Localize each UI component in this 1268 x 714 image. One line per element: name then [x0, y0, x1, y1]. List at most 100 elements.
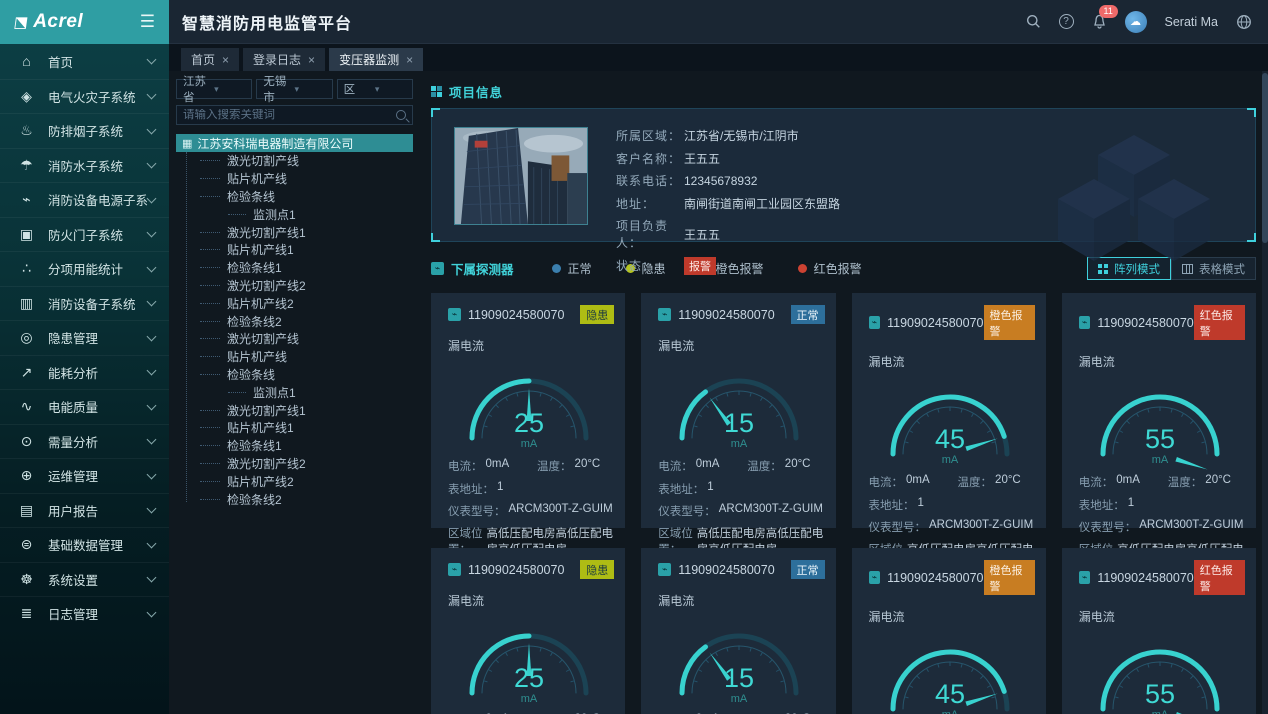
chevron-down-icon: [147, 504, 157, 514]
sidebar-item-nodes[interactable]: ∴分项用能统计: [0, 251, 169, 286]
corner-accent: [1247, 233, 1256, 242]
field-value: 王五五: [684, 150, 720, 167]
search-icon[interactable]: [1026, 14, 1041, 29]
close-icon[interactable]: ×: [308, 53, 315, 67]
sidebar-item-trend-chart[interactable]: ↗能耗分析: [0, 355, 169, 390]
sidebar-item-fire-door[interactable]: ▣防火门子系统: [0, 217, 169, 252]
search-input[interactable]: [183, 109, 396, 121]
device-tree: ▦ 江苏安科瑞电器制造有限公司 激光切割产线贴片机产线检验条线监测点1激光切割产…: [176, 134, 413, 508]
sidebar-item-home[interactable]: ⌂首页: [0, 44, 169, 79]
meter-address-label: 表地址：: [869, 497, 915, 513]
sidebar-item-waveform[interactable]: ∿电能质量: [0, 389, 169, 424]
meter-model-value: ARCM300T-Z-GUIM: [1139, 519, 1243, 535]
hamburger-menu-icon[interactable]: ☰: [140, 12, 155, 32]
chevron-down-icon: [147, 159, 157, 169]
tree-item[interactable]: 检验条线1: [176, 437, 413, 455]
tree-item-label: 激光切割产线: [227, 152, 299, 169]
tree-item[interactable]: 贴片机产线: [176, 348, 413, 366]
meter-address-value: 1: [707, 481, 713, 497]
close-icon[interactable]: ×: [222, 53, 229, 67]
tree-item[interactable]: 贴片机产线1: [176, 241, 413, 259]
sidebar-item-water[interactable]: ☂消防水子系统: [0, 148, 169, 183]
footer-row: 表地址：1: [869, 497, 1035, 513]
tree-item[interactable]: 贴片机产线2: [176, 472, 413, 490]
card-header: ⌁11909024580070橙色报警: [869, 560, 1035, 595]
scrollbar[interactable]: [1262, 71, 1268, 714]
help-icon[interactable]: ?: [1059, 14, 1074, 29]
tree-item[interactable]: 激光切割产线: [176, 152, 413, 170]
tree-root-company[interactable]: ▦ 江苏安科瑞电器制造有限公司: [176, 134, 413, 152]
detector-card[interactable]: ⌁11909024580070正常漏电流15mA电流：0mA温度：20°C表地址…: [641, 548, 835, 714]
footer-row: 仪表型号：ARCM300T-Z-GUIM: [869, 519, 1035, 535]
tree-item[interactable]: 激光切割产线1: [176, 401, 413, 419]
temperature-field: 温度：20°C: [747, 458, 810, 474]
tab-bar: 首页×登录日志×变压器监测×: [169, 44, 1268, 71]
tree-item[interactable]: 检验条线2: [176, 490, 413, 508]
tree-connector: [200, 196, 220, 197]
project-info-header: 项目信息: [431, 82, 1256, 101]
detector-card[interactable]: ⌁11909024580070红色报警漏电流55mA电流：0mA温度：20°C表…: [1062, 293, 1256, 528]
tree-item[interactable]: 检验条线2: [176, 312, 413, 330]
sidebar-item-log[interactable]: ≣ 日志管理: [0, 596, 169, 631]
sidebar-item-report[interactable]: ▤用户报告: [0, 493, 169, 528]
svg-text:mA: mA: [521, 438, 538, 450]
region-select[interactable]: 无锡市▾: [256, 79, 332, 99]
sidebar-item-ops-globe[interactable]: ⊕运维管理: [0, 458, 169, 493]
sidebar-item-database[interactable]: ⊜基础数据管理: [0, 527, 169, 562]
field-value: 王五五: [684, 226, 720, 243]
sidebar-item-demand[interactable]: ⊙需量分析: [0, 424, 169, 459]
sidebar-item-label: 日志管理: [48, 604, 148, 623]
detector-card[interactable]: ⌁11909024580070正常漏电流15mA电流：0mA温度：20°C表地址…: [641, 293, 835, 528]
sidebar-item-smoke-fan[interactable]: ♨防排烟子系统: [0, 113, 169, 148]
tree-item[interactable]: 监测点1: [176, 383, 413, 401]
tree-item[interactable]: 激光切割产线2: [176, 455, 413, 473]
scrollbar-thumb[interactable]: [1262, 73, 1268, 243]
region-select[interactable]: 江苏省▾: [176, 79, 252, 99]
tree-item[interactable]: 激光切割产线: [176, 330, 413, 348]
tree-item[interactable]: 检验条线: [176, 188, 413, 206]
tree-connector: [228, 392, 246, 393]
log-icon: ≣: [18, 605, 35, 622]
meter-id: 11909024580070: [1097, 316, 1193, 330]
user-name[interactable]: Serati Ma: [1165, 15, 1219, 29]
tree-item[interactable]: 检验条线1: [176, 259, 413, 277]
tree-item[interactable]: 贴片机产线2: [176, 294, 413, 312]
tree-item[interactable]: 贴片机产线: [176, 170, 413, 188]
tab-登录日志[interactable]: 登录日志×: [243, 48, 325, 71]
tree-item[interactable]: 检验条线: [176, 366, 413, 384]
tree-item-label: 监测点1: [253, 384, 296, 401]
close-icon[interactable]: ×: [406, 53, 413, 67]
sidebar-item-hydrant[interactable]: ▥消防设备子系统: [0, 286, 169, 321]
region-select[interactable]: 区▾: [337, 79, 413, 99]
tree-item[interactable]: 贴片机产线1: [176, 419, 413, 437]
sidebar-item-label: 电气火灾子系统: [48, 87, 148, 106]
search-input-icon[interactable]: [396, 110, 406, 120]
sidebar-item-target[interactable]: ◎隐患管理: [0, 320, 169, 355]
sidebar-item-shield[interactable]: ◈电气火灾子系统: [0, 79, 169, 114]
tab-变压器监测[interactable]: 变压器监测×: [329, 48, 423, 71]
tree-item[interactable]: 激光切割产线1: [176, 223, 413, 241]
notification-badge: 11: [1099, 5, 1118, 18]
detector-card[interactable]: ⌁11909024580070橙色报警漏电流45mA电流：0mA温度：20°C表…: [852, 293, 1046, 528]
detector-card[interactable]: ⌁11909024580070隐患漏电流25mA电流：0mA温度：20°C表地址…: [431, 293, 625, 528]
detectors-title: 下属探测器: [451, 259, 514, 278]
tab-首页[interactable]: 首页×: [181, 48, 239, 71]
tree-item[interactable]: 激光切割产线2: [176, 277, 413, 295]
avatar[interactable]: ☁: [1125, 11, 1147, 33]
sidebar-item-gear[interactable]: ☸系统设置: [0, 562, 169, 597]
detector-card[interactable]: ⌁11909024580070红色报警漏电流55mA电流：0mA温度：20°C表…: [1062, 548, 1256, 714]
tree-item[interactable]: 监测点1: [176, 205, 413, 223]
detector-card[interactable]: ⌁11909024580070隐患漏电流25mA电流：0mA温度：20°C表地址…: [431, 548, 625, 714]
detector-card[interactable]: ⌁11909024580070橙色报警漏电流45mA电流：0mA温度：20°C表…: [852, 548, 1046, 714]
tree-connector: [200, 249, 220, 250]
svg-text:55: 55: [1145, 679, 1175, 709]
status-badge-normal: 正常: [791, 560, 825, 579]
tree-connector: [200, 481, 220, 482]
language-globe-icon[interactable]: [1236, 14, 1252, 30]
legend-item-正常: 正常: [552, 260, 592, 277]
chevron-down-icon: [147, 55, 157, 65]
notifications-bell-icon[interactable]: 11: [1092, 14, 1107, 30]
top-header: 智慧消防用电监管平台 ? 11 ☁ Serati Ma: [169, 0, 1268, 44]
tree-connector: [200, 178, 220, 179]
sidebar-item-power-plug[interactable]: ⌁消防设备电源子系统: [0, 182, 169, 217]
